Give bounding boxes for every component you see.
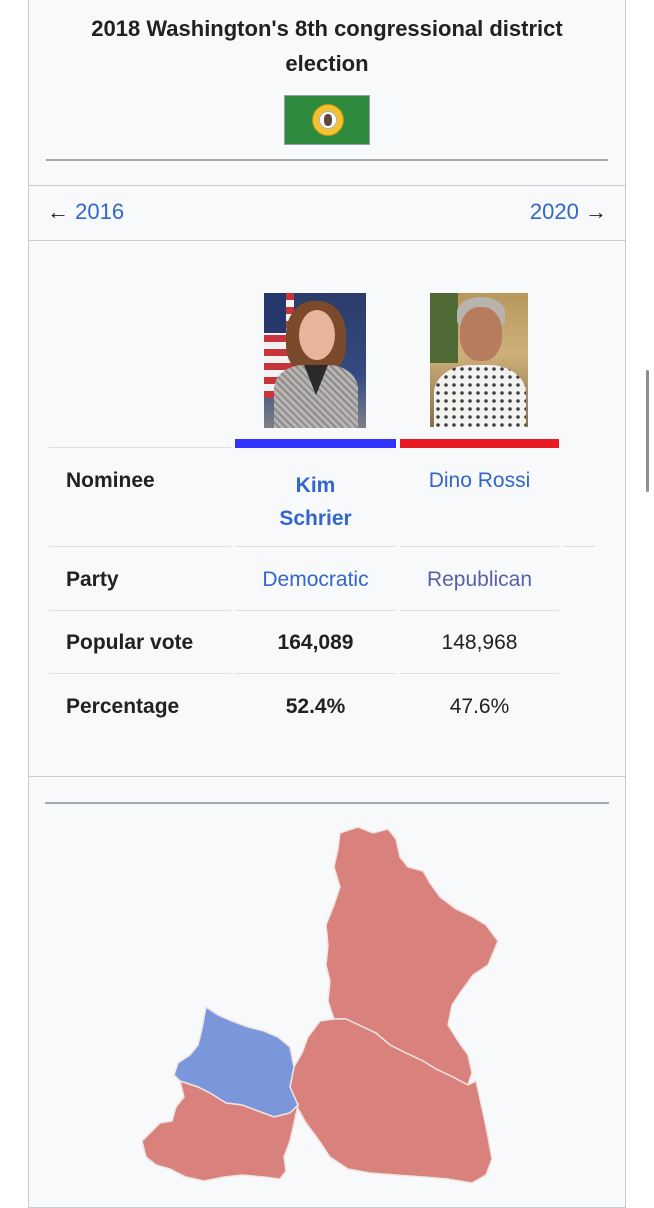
page-scrollbar[interactable] — [646, 370, 649, 492]
next-election-link[interactable]: 2020 → — [530, 199, 607, 225]
popular-vote-label: Popular vote — [66, 631, 194, 654]
county-shapes — [141, 826, 499, 1184]
kim-schrier-photo[interactable] — [264, 293, 366, 428]
table-line — [235, 546, 396, 547]
nominee-label: Nominee — [66, 469, 155, 492]
table-line — [49, 546, 231, 547]
kim-percentage: 52.4% — [285, 695, 346, 718]
republican-party-link[interactable]: Republican — [400, 568, 559, 592]
previous-election-year: 2016 — [75, 199, 125, 224]
percentage-label: Percentage — [66, 695, 180, 718]
table-line — [49, 447, 231, 448]
table-line — [563, 546, 595, 547]
map-divider — [45, 802, 609, 804]
results-separator — [28, 776, 626, 777]
democratic-party-link[interactable]: Democratic — [235, 568, 396, 592]
right-arrow-icon: → — [585, 199, 607, 224]
washington-flag-image[interactable] — [284, 95, 370, 145]
table-line — [235, 673, 396, 674]
district-results-map[interactable] — [28, 805, 626, 1205]
infobox-title: 2018 Washington's 8th congressional dist… — [91, 16, 563, 76]
republican-color-bar — [400, 439, 559, 448]
next-election-year: 2020 — [529, 199, 579, 224]
kim-popular-vote: 164,089 — [277, 631, 354, 654]
democratic-color-bar — [235, 439, 396, 448]
dino-percentage: 47.6% — [449, 695, 510, 718]
nav-separator-top — [29, 185, 625, 186]
nav-separator-bottom — [29, 240, 625, 241]
previous-election-link[interactable]: ← 2016 — [47, 199, 124, 225]
dino-rossi-photo[interactable] — [430, 293, 528, 427]
table-line — [49, 610, 231, 611]
left-arrow-icon: ← — [47, 199, 69, 224]
dino-rossi-name-link[interactable]: Dino Rossi — [400, 469, 559, 493]
dino-popular-vote: 148,968 — [441, 631, 518, 654]
table-line — [49, 673, 231, 674]
table-line — [400, 546, 559, 547]
kim-schrier-name-link[interactable]: Kim Schrier — [235, 469, 396, 535]
table-line — [235, 610, 396, 611]
title-divider — [46, 159, 608, 161]
state-seal-icon — [312, 104, 344, 136]
table-line — [400, 673, 559, 674]
table-line — [400, 610, 559, 611]
party-label: Party — [66, 568, 119, 591]
